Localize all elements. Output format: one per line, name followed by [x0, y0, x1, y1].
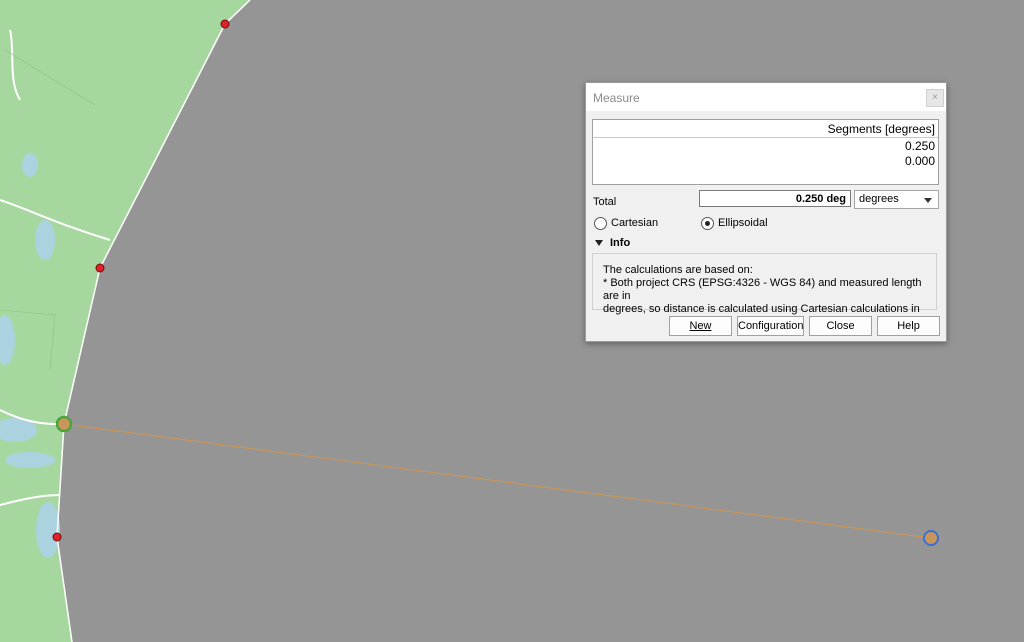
- collapse-triangle-icon[interactable]: [595, 240, 603, 246]
- ellipsoidal-label[interactable]: Ellipsoidal: [718, 217, 768, 229]
- segments-header[interactable]: Segments [degrees]: [593, 120, 938, 138]
- vertex-marker[interactable]: [220, 19, 230, 29]
- measure-end-marker[interactable]: [923, 530, 939, 546]
- help-button[interactable]: Help: [877, 316, 940, 336]
- info-line: The calculations are based on:: [603, 264, 753, 276]
- cartesian-label[interactable]: Cartesian: [611, 217, 658, 229]
- ellipsoidal-radio[interactable]: [701, 217, 714, 230]
- vertex-marker[interactable]: [52, 532, 62, 542]
- units-select[interactable]: degrees: [854, 190, 939, 209]
- dialog-title: Measure: [593, 91, 640, 105]
- segment-row[interactable]: 0.000: [593, 153, 938, 168]
- close-icon[interactable]: ×: [926, 89, 944, 107]
- info-section-label[interactable]: Info: [610, 237, 630, 249]
- vertex-marker[interactable]: [95, 263, 105, 273]
- new-button-label: New: [689, 320, 712, 332]
- cartesian-radio[interactable]: [594, 217, 607, 230]
- total-value-field[interactable]: 0.250 deg: [699, 190, 851, 207]
- radio-selected-dot: [705, 221, 710, 226]
- measure-dialog: Measure × Segments [degrees] 0.250 0.000…: [585, 82, 947, 342]
- dialog-titlebar[interactable]: Measure ×: [586, 83, 946, 111]
- units-selected-value: degrees: [859, 193, 899, 205]
- info-line: * Both project CRS (EPSG:4326 - WGS 84) …: [603, 277, 922, 302]
- segments-table[interactable]: Segments [degrees] 0.250 0.000: [592, 119, 939, 185]
- measure-start-marker[interactable]: [55, 415, 73, 433]
- close-button[interactable]: Close: [809, 316, 872, 336]
- configuration-button[interactable]: Configuration: [737, 316, 804, 336]
- new-button[interactable]: New: [669, 316, 732, 336]
- segment-row[interactable]: 0.250: [593, 138, 938, 153]
- info-line: degrees, so distance is calculated using…: [603, 303, 920, 315]
- total-label: Total: [593, 196, 617, 208]
- info-text-box: The calculations are based on: * Both pr…: [592, 253, 937, 315]
- chevron-down-icon: [924, 198, 932, 203]
